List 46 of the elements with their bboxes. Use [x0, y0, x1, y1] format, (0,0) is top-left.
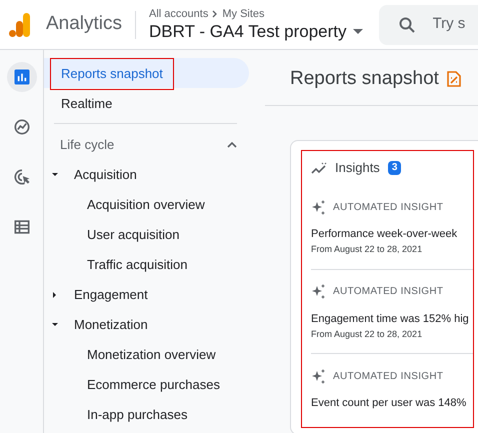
insights-trend-icon	[311, 162, 327, 174]
card-title: Insights	[335, 159, 380, 178]
insight-date: From August 22 to 28, 2021	[311, 243, 424, 256]
caret-down-icon	[52, 172, 58, 178]
app-name: Analytics	[46, 12, 122, 36]
page-title: Reports snapshot	[290, 66, 439, 91]
nav-item[interactable]: In-app purchases	[44, 400, 249, 430]
sparkle-icon	[311, 200, 326, 214]
analytics-logo-icon	[9, 12, 31, 36]
nav-item[interactable]: Traffic acquisition	[44, 250, 249, 280]
property-selector[interactable]: DBRT - GA4 Test property	[149, 20, 362, 42]
insight-headline[interactable]: Engagement time was 152% hig	[311, 310, 469, 326]
report-edit-icon	[446, 71, 461, 87]
insight-tag: AUTOMATED INSIGHT	[333, 368, 444, 384]
bar-chart-icon	[12, 67, 32, 87]
nav-group[interactable]: Engagement	[44, 280, 249, 310]
nav-group[interactable]: Acquisition	[44, 160, 249, 190]
search-input[interactable]: Try s	[432, 13, 472, 36]
nav-item[interactable]: Monetization overview	[44, 340, 249, 370]
sparkle-icon	[311, 284, 326, 299]
search-icon	[398, 16, 414, 32]
insight-headline[interactable]: Performance week-over-week	[311, 226, 458, 242]
caret-down-icon	[52, 322, 58, 328]
search-field[interactable]: Try s	[378, 4, 478, 44]
nav-item[interactable]: Realtime	[44, 88, 249, 118]
chevron-right-icon	[212, 10, 218, 18]
insight-headline[interactable]: Event count per user was 148%	[311, 395, 466, 411]
target-cursor-icon	[12, 167, 32, 187]
rail-nav-button[interactable]	[6, 62, 36, 92]
breadcrumb-link[interactable]: All accounts	[149, 6, 208, 20]
nav-item[interactable]: Acquisition overview	[44, 190, 249, 220]
nav-item[interactable]: Ecommerce purchases	[44, 370, 249, 400]
count-badge: 3	[388, 161, 402, 175]
nav-item[interactable]: Reports snapshot	[44, 58, 249, 88]
breadcrumb-link[interactable]: My Sites	[222, 6, 265, 20]
sparkle-icon	[311, 368, 326, 384]
dropdown-caret-icon	[352, 29, 362, 34]
chevron-up-icon	[227, 142, 237, 148]
trend-chart-icon	[12, 117, 32, 137]
insight-date: From August 22 to 28, 2021	[311, 328, 424, 341]
nav-group[interactable]: Monetization	[44, 310, 249, 340]
caret-right-icon	[52, 292, 58, 298]
insight-tag: AUTOMATED INSIGHT	[333, 284, 444, 299]
insight-tag: AUTOMATED INSIGHT	[333, 200, 444, 214]
nav-item[interactable]: User acquisition	[44, 220, 249, 250]
section-header[interactable]: Life cycle	[44, 130, 249, 160]
